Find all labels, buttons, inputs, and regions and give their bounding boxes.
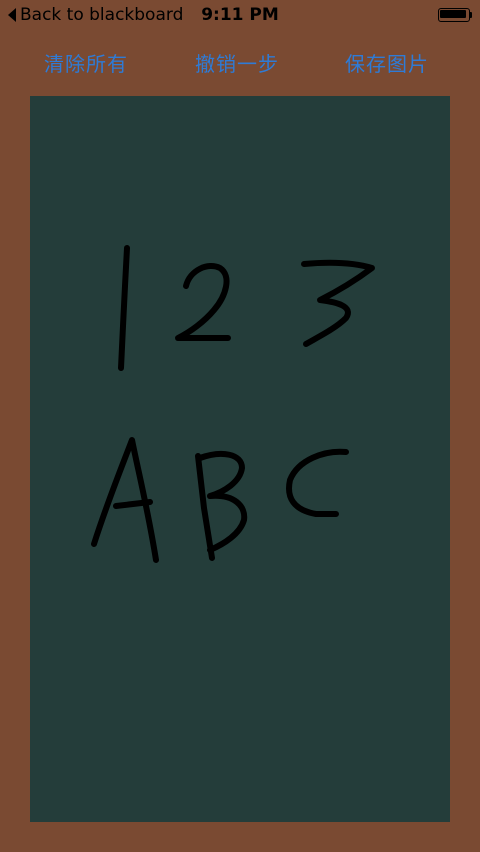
stroke-letter-c bbox=[286, 448, 349, 517]
toolbar: 清除所有 撤销一步 保存图片 bbox=[0, 46, 480, 82]
status-time: 9:11 PM bbox=[201, 5, 279, 25]
stroke-letter-a-2 bbox=[113, 499, 153, 509]
stroke-digit-3 bbox=[301, 259, 375, 347]
drawing-canvas[interactable] bbox=[30, 96, 450, 822]
battery-level bbox=[440, 10, 466, 18]
battery-icon bbox=[438, 8, 472, 22]
save-image-button[interactable]: 保存图片 bbox=[345, 46, 429, 82]
stroke-digit-2 bbox=[175, 263, 231, 341]
clear-all-button[interactable]: 清除所有 bbox=[44, 46, 128, 82]
handwriting-strokes bbox=[91, 245, 375, 563]
stroke-letter-b-1 bbox=[195, 453, 215, 561]
stroke-digit-1 bbox=[118, 245, 130, 371]
status-bar: Back to blackboard 9:11 PM bbox=[0, 0, 480, 30]
undo-button[interactable]: 撤销一步 bbox=[195, 46, 279, 82]
